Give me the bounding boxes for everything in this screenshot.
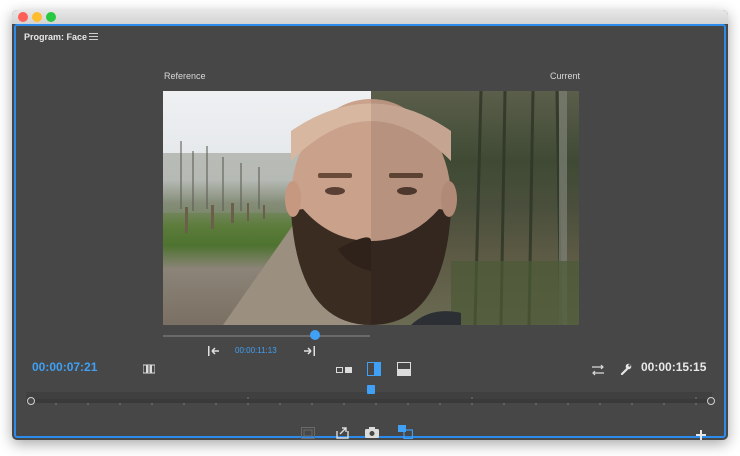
camera-icon[interactable]: [365, 427, 379, 438]
side-by-side-icon[interactable]: [336, 365, 352, 375]
comparison-timecode[interactable]: 00:00:11:13: [235, 346, 277, 355]
comparison-scrubber-handle[interactable]: [310, 330, 320, 340]
vertical-split-icon[interactable]: [367, 362, 381, 376]
comparison-viewer[interactable]: [163, 91, 579, 325]
playhead-timecode[interactable]: 00:00:07:21: [32, 360, 97, 374]
go-to-out-point-icon[interactable]: [303, 346, 315, 356]
current-frame-image: [291, 91, 579, 325]
safe-margins-icon[interactable]: [301, 427, 315, 439]
comparison-scrubber-track[interactable]: [163, 335, 370, 337]
current-frame: [291, 91, 579, 325]
hamburger-menu-icon[interactable]: [89, 32, 98, 41]
reference-label: Reference: [164, 71, 206, 81]
export-frame-icon[interactable]: [336, 426, 349, 439]
current-label: Current: [550, 71, 581, 81]
reference-frame-image: [163, 99, 451, 325]
go-to-in-point-icon[interactable]: [208, 346, 220, 356]
comparison-view-icon[interactable]: [398, 425, 413, 439]
horizontal-split-icon[interactable]: [397, 362, 411, 376]
zoom-scroll-bar[interactable]: [26, 399, 712, 403]
close-window-button[interactable]: [18, 12, 28, 22]
duration-timecode: 00:00:15:15: [641, 360, 707, 374]
panel-title[interactable]: Program: Face: [24, 32, 87, 42]
zoom-handle-end[interactable]: [707, 397, 715, 405]
insert-edit-icon[interactable]: [143, 363, 155, 375]
zoom-handle-start[interactable]: [27, 397, 35, 405]
app-window: Program: Face Reference Current 00:00:11…: [12, 10, 728, 440]
program-monitor-panel: Program: Face Reference Current 00:00:11…: [14, 24, 726, 440]
reference-frame: [163, 91, 451, 325]
plus-icon[interactable]: [696, 430, 706, 440]
title-bar: [12, 10, 728, 24]
maximize-window-button[interactable]: [46, 12, 56, 22]
swap-sides-icon[interactable]: [591, 364, 605, 376]
wrench-icon[interactable]: [620, 363, 632, 375]
minimize-window-button[interactable]: [32, 12, 42, 22]
playhead-marker[interactable]: [367, 385, 375, 394]
